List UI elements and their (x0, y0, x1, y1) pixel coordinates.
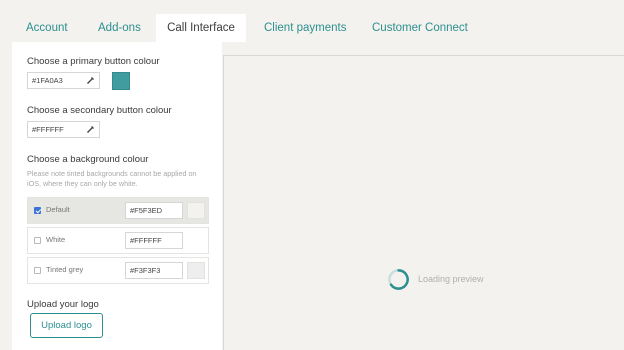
secondary-colour-value: #FFFFFF (32, 125, 64, 134)
white-colour-input[interactable]: #FFFFFF (125, 232, 183, 249)
primary-colour-swatch[interactable] (112, 72, 130, 90)
eyedropper-icon[interactable] (86, 124, 96, 134)
tab-account[interactable]: Account (26, 14, 68, 42)
background-note: Please note tinted backgrounds cannot be… (27, 169, 197, 188)
checkbox-white[interactable] (34, 237, 41, 244)
primary-colour-value: #1FA0A3 (32, 76, 63, 85)
tab-client-payments[interactable]: Client payments (264, 14, 346, 42)
secondary-colour-input[interactable]: #FFFFFF (27, 121, 100, 138)
option-value: #FFFFFF (130, 236, 162, 245)
upload-logo-label: Upload your logo (27, 299, 99, 310)
default-colour-swatch (187, 202, 205, 219)
primary-colour-input[interactable]: #1FA0A3 (27, 72, 100, 89)
checkbox-default[interactable] (34, 207, 41, 214)
background-option-default[interactable]: Default #F5F3ED (27, 197, 209, 224)
option-value: #F5F3ED (130, 206, 163, 215)
loading-preview-text: Loading preview (418, 274, 484, 284)
preview-panel (223, 55, 624, 350)
loading-spinner-icon (388, 269, 409, 290)
background-option-tinted-grey[interactable]: Tinted grey #F3F3F3 (27, 257, 209, 284)
checkbox-tinted-grey[interactable] (34, 267, 41, 274)
tab-customer-connect[interactable]: Customer Connect (372, 14, 468, 42)
tinted-grey-colour-swatch (187, 262, 205, 279)
background-colour-label: Choose a background colour (27, 154, 149, 165)
primary-colour-label: Choose a primary button colour (27, 56, 160, 67)
white-colour-swatch (187, 232, 205, 249)
upload-logo-button[interactable]: Upload logo (30, 313, 103, 338)
background-option-white[interactable]: White #FFFFFF (27, 227, 209, 254)
default-colour-input[interactable]: #F5F3ED (125, 202, 183, 219)
tab-add-ons[interactable]: Add-ons (98, 14, 141, 42)
eyedropper-icon[interactable] (86, 75, 96, 85)
option-name: White (46, 235, 66, 244)
secondary-colour-label: Choose a secondary button colour (27, 105, 172, 116)
settings-tabs: Account Add-ons Call Interface Client pa… (0, 14, 624, 42)
tinted-grey-colour-input[interactable]: #F3F3F3 (125, 262, 183, 279)
option-name: Tinted grey (46, 265, 84, 274)
option-value: #F3F3F3 (130, 266, 161, 275)
option-name: Default (46, 205, 70, 214)
tab-call-interface[interactable]: Call Interface (156, 14, 246, 42)
